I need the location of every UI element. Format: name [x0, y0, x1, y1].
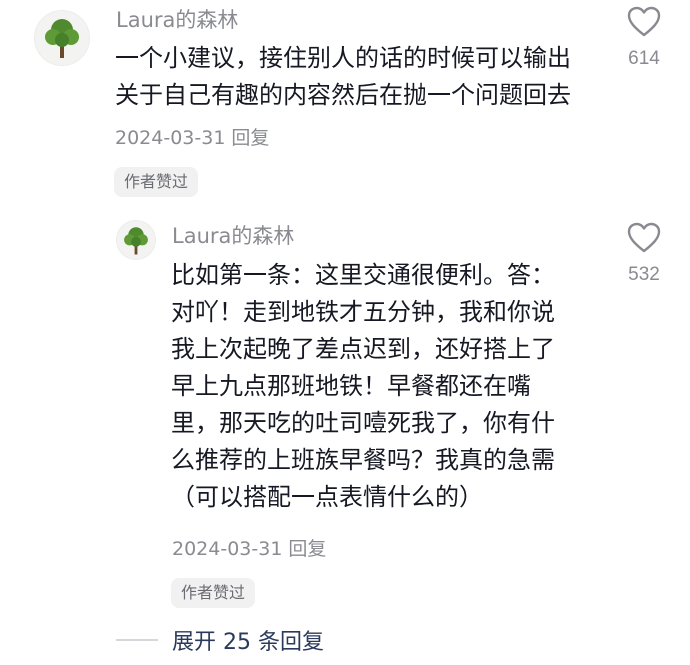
comment-text-line: 里，那天吃的吐司噎死我了，你有什 — [171, 409, 555, 437]
heart-outline-icon — [627, 222, 661, 253]
like-button[interactable]: 532 — [616, 222, 672, 286]
comment-text: 比如第一条：这里交通很便利。答： 对吖！走到地铁才五分钟，我和你说 我上次起晚了… — [171, 257, 581, 516]
comment-username[interactable]: Laura的森林 — [116, 7, 238, 33]
comment-text-line: 一个小建议，接住别人的话的时候可以输出 — [115, 44, 571, 72]
reply-button[interactable]: 回复 — [231, 127, 269, 149]
avatar[interactable] — [34, 10, 90, 66]
comment-text-line: 我上次起晚了差点迟到，还好搭上了 — [171, 335, 555, 363]
author-liked-badge: 作者赞过 — [171, 578, 256, 608]
tree-icon — [45, 19, 79, 58]
avatar[interactable] — [116, 220, 156, 260]
comment-meta: 2024-03-31 回复 — [115, 126, 269, 150]
comment-text-line: 对吖！走到地铁才五分钟，我和你说 — [171, 298, 555, 326]
comment-date: 2024-03-31 — [172, 538, 283, 560]
comment-text-line: 早上九点那班地铁！早餐都还在嘴 — [171, 372, 531, 400]
heart-outline-icon — [627, 6, 661, 37]
like-count: 532 — [628, 264, 660, 285]
author-liked-badge: 作者赞过 — [114, 167, 199, 197]
like-button[interactable]: 614 — [616, 6, 672, 70]
divider — [116, 639, 158, 641]
expand-replies-label: 展开 25 条回复 — [172, 630, 324, 655]
comment-text-line: 关于自己有趣的内容然后在抛一个问题回去 — [115, 81, 571, 109]
comment-text-line: 么推荐的上班族早餐吗？我真的急需 — [171, 446, 555, 474]
like-count: 614 — [628, 48, 660, 69]
comment-text-line: 比如第一条：这里交通很便利。答： — [171, 261, 555, 289]
tree-icon — [124, 226, 148, 254]
comment-date: 2024-03-31 — [115, 127, 226, 149]
comment-username[interactable]: Laura的森林 — [172, 223, 294, 249]
comment-text-line: （可以搭配一点表情什么的） — [171, 483, 483, 511]
comment-meta: 2024-03-31 回复 — [172, 537, 326, 561]
reply-button[interactable]: 回复 — [288, 538, 326, 560]
expand-replies-button[interactable]: 展开 25 条回复 — [116, 624, 324, 656]
comment-text: 一个小建议，接住别人的话的时候可以输出 关于自己有趣的内容然后在抛一个问题回去 — [115, 40, 600, 114]
